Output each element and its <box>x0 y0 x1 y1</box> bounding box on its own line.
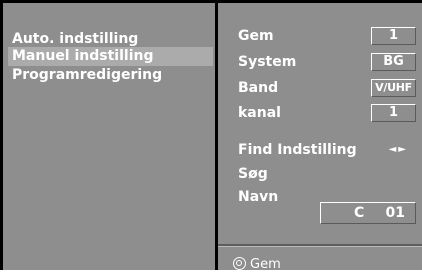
tv-osd-screen: Auto. indstilling Manuel indstilling Pro… <box>0 0 422 273</box>
main-menu-panel: Auto. indstilling Manuel indstilling Pro… <box>3 3 215 270</box>
search-label[interactable]: Søg <box>238 165 268 183</box>
fine-tuning-label: Find Indstilling <box>238 142 357 158</box>
footer-divider-highlight <box>218 246 422 247</box>
band-value-box[interactable]: V/UHF <box>371 79 416 97</box>
name-label: Navn <box>238 189 279 205</box>
name-prefix: C <box>354 205 365 221</box>
ok-button-icon <box>233 257 246 270</box>
channel-value-box[interactable]: 1 <box>371 104 416 122</box>
band-label: Band <box>238 80 279 96</box>
storage-label: Gem <box>238 28 274 44</box>
menu-item-manual-tuning[interactable]: Manuel indstilling <box>8 47 213 66</box>
menu-item-program-edit[interactable]: Programredigering <box>8 66 213 85</box>
system-value-box[interactable]: BG <box>371 53 416 71</box>
manual-tuning-panel: Gem 1 System BG Band V/UHF kanal 1 Find … <box>218 3 422 273</box>
channel-label: kanal <box>238 105 281 121</box>
storage-value-box[interactable]: 1 <box>371 27 416 45</box>
name-value-box[interactable]: C 01 <box>320 202 416 224</box>
name-number: 01 <box>385 205 405 221</box>
left-right-arrows-icon[interactable]: ◄► <box>389 141 408 159</box>
system-label: System <box>238 54 297 70</box>
footer-label: Gem <box>250 257 281 272</box>
footer-hint: Gem <box>233 257 281 273</box>
